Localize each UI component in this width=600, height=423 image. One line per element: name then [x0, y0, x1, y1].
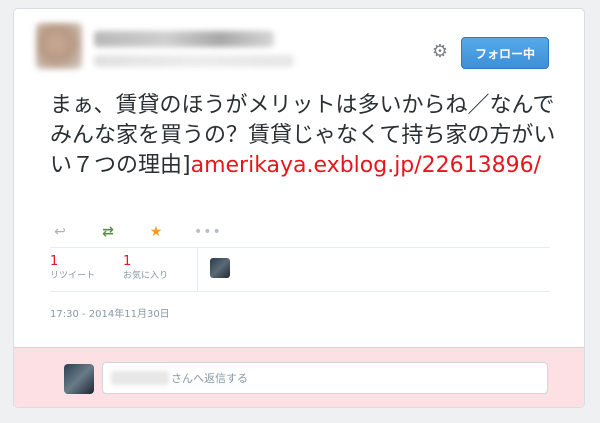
more-icon[interactable]: •••: [194, 224, 221, 240]
tweet-card: ⚙ フォロー中 まぁ、賃貸のほうがメリットは多いからね／なんでみんな家を買うの？…: [13, 8, 585, 408]
tweet-actions: ↩ ⇄ ★ •••: [50, 222, 242, 242]
gear-icon[interactable]: ⚙: [429, 41, 451, 63]
reply-icon[interactable]: ↩: [50, 224, 70, 240]
retweet-label: リツイート: [50, 271, 96, 281]
retweet-icon[interactable]: ⇄: [98, 224, 118, 240]
current-user-avatar: [64, 364, 94, 394]
favorite-label: お気に入り: [123, 271, 169, 281]
reply-placeholder: さんへ返信する: [171, 372, 248, 385]
favorite-stat[interactable]: 1 お気に入り: [123, 254, 168, 282]
stat-separator: [197, 247, 198, 291]
divider: [50, 291, 550, 292]
following-button[interactable]: フォロー中: [461, 37, 549, 69]
author-name-redacted[interactable]: [94, 31, 274, 47]
divider: [50, 247, 550, 248]
favoriter-avatar[interactable]: [210, 258, 230, 278]
tweet-text: まぁ、賃貸のほうがメリットは多いからね／なんでみんな家を買うの？賃貸じゃなくて持…: [50, 91, 560, 181]
tweet-link[interactable]: amerikaya.exblog.jp/22613896/: [191, 153, 541, 178]
redacted-username: [111, 371, 169, 385]
retweet-count: 1: [50, 254, 59, 269]
favorite-count: 1: [123, 254, 132, 269]
author-handle-redacted: [94, 55, 294, 67]
author-avatar[interactable]: [36, 23, 82, 69]
retweet-stat[interactable]: 1 リツイート: [50, 254, 95, 282]
reply-box: さんへ返信する: [14, 347, 584, 407]
tweet-timestamp[interactable]: 17:30 - 2014年11月30日: [50, 305, 170, 320]
reply-input[interactable]: さんへ返信する: [102, 362, 548, 394]
star-icon[interactable]: ★: [146, 224, 166, 240]
